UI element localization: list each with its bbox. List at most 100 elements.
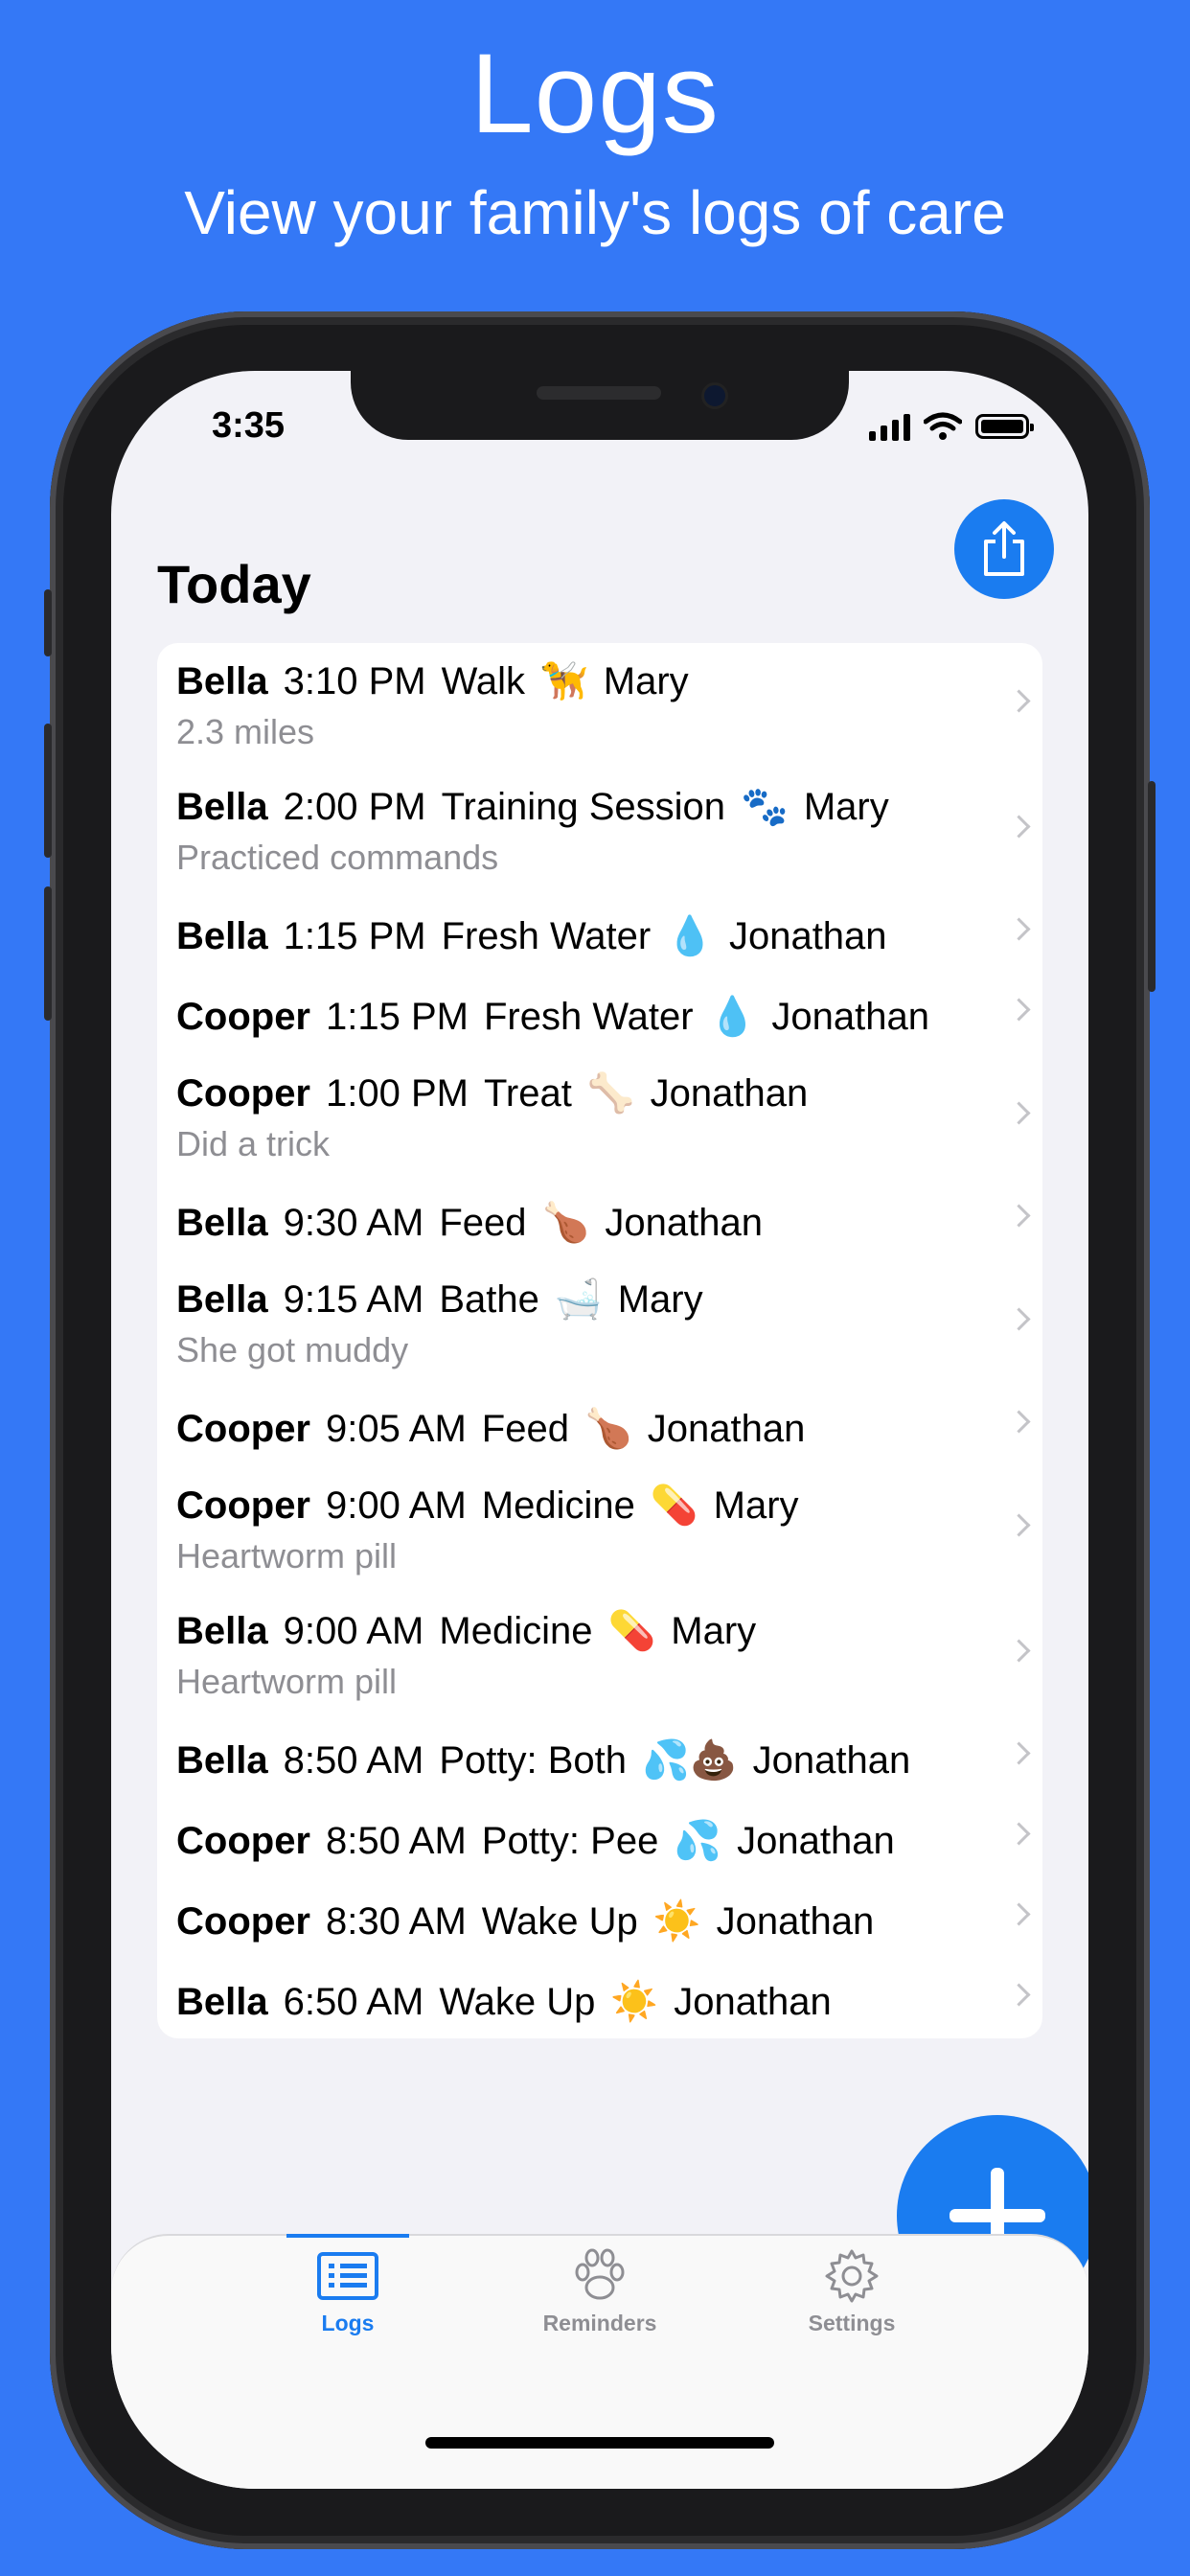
tab-label-reminders: Reminders — [542, 2311, 657, 2335]
log-summary: Bella 9:15 AM Bathe 🛁 Mary — [176, 1276, 703, 1322]
section-title-today: Today — [157, 554, 311, 614]
home-indicator — [425, 2437, 774, 2449]
chevron-right-icon — [1007, 1638, 1031, 1663]
mute-switch — [44, 589, 52, 656]
log-emoji: 🍗 — [541, 1202, 590, 1244]
log-emoji: 🛁 — [554, 1278, 603, 1321]
log-note: Practiced commands — [176, 838, 499, 877]
log-emoji: 💧 — [666, 915, 714, 957]
log-activity: Feed — [439, 1202, 527, 1244]
log-person: Mary — [603, 660, 689, 702]
log-pet-name: Cooper — [176, 1900, 310, 1943]
log-note: Heartworm pill — [176, 1662, 398, 1701]
log-row[interactable]: Bella 9:30 AM Feed 🍗 Jonathan — [157, 1181, 1042, 1261]
log-summary: Cooper 1:15 PM Fresh Water 💧 Jonathan — [176, 994, 929, 1039]
log-row[interactable]: Bella 6:50 AM Wake Up ☀️ Jonathan — [157, 1960, 1042, 2038]
front-camera — [701, 382, 728, 409]
log-row[interactable]: Cooper 8:50 AM Potty: Pee 💦 Jonathan — [157, 1799, 1042, 1879]
log-activity: Wake Up — [439, 1981, 596, 2023]
log-row[interactable]: Bella 8:50 AM Potty: Both 💦💩 Jonathan — [157, 1718, 1042, 1799]
log-time: 8:50 AM — [283, 1739, 424, 1782]
log-summary: Bella 1:15 PM Fresh Water 💧 Jonathan — [176, 913, 887, 958]
chevron-right-icon — [1007, 1822, 1031, 1846]
chevron-right-icon — [1007, 1512, 1031, 1537]
log-time: 1:15 PM — [326, 996, 469, 1038]
chevron-right-icon — [1007, 1902, 1031, 1926]
log-row[interactable]: Cooper 8:30 AM Wake Up ☀️ Jonathan — [157, 1879, 1042, 1960]
log-emoji: ☀️ — [610, 1981, 659, 2023]
share-button[interactable] — [954, 499, 1054, 599]
list-icon — [317, 2252, 378, 2300]
log-pet-name: Bella — [176, 1739, 268, 1782]
log-row[interactable]: Bella 9:00 AM Medicine 💊 Mary Heartworm pill — [157, 1593, 1042, 1718]
log-person: Jonathan — [650, 1072, 809, 1115]
log-summary: Cooper 9:00 AM Medicine 💊 Mary — [176, 1483, 799, 1528]
battery-icon — [975, 414, 1034, 439]
log-person: Mary — [713, 1484, 799, 1527]
chevron-right-icon — [1007, 814, 1031, 839]
log-summary: Bella 9:30 AM Feed 🍗 Jonathan — [176, 1200, 763, 1245]
log-emoji: 🐾 — [741, 786, 789, 828]
log-emoji: 🍗 — [584, 1408, 632, 1450]
tab-reminders[interactable]: Reminders — [504, 2236, 696, 2336]
log-row[interactable]: Cooper 1:00 PM Treat 🦴 Jonathan Did a trick — [157, 1055, 1042, 1181]
log-pet-name: Bella — [176, 915, 268, 957]
phone-frame: 3:35 Today Bella 3:10 PM Walk 🦮 Mary 2.3 mile… — [44, 311, 1156, 2549]
log-activity: Fresh Water — [483, 996, 694, 1038]
chevron-right-icon — [1007, 1410, 1031, 1434]
log-person: Jonathan — [674, 1981, 832, 2023]
log-emoji: ☀️ — [652, 1900, 701, 1943]
log-list: Bella 3:10 PM Walk 🦮 Mary 2.3 miles Bella 2:00 … — [157, 643, 1042, 2038]
log-emoji: 🦮 — [539, 660, 588, 702]
log-time: 9:00 AM — [283, 1610, 424, 1652]
tab-settings[interactable]: Settings — [756, 2236, 948, 2336]
log-pet-name: Cooper — [176, 996, 310, 1038]
log-activity: Potty: Pee — [481, 1820, 659, 1862]
hero-subtitle: View your family's logs of care — [184, 178, 1006, 247]
log-summary: Bella 3:10 PM Walk 🦮 Mary — [176, 658, 689, 703]
power-button — [1148, 781, 1156, 992]
log-note: Heartworm pill — [176, 1536, 398, 1576]
gear-icon — [825, 2249, 879, 2303]
log-summary: Cooper 8:50 AM Potty: Pee 💦 Jonathan — [176, 1818, 895, 1863]
cellular-signal-icon — [869, 412, 910, 441]
log-activity: Wake Up — [481, 1900, 638, 1943]
log-row[interactable]: Bella 3:10 PM Walk 🦮 Mary 2.3 miles — [157, 643, 1042, 769]
chevron-right-icon — [1007, 1100, 1031, 1125]
log-emoji: 💧 — [708, 996, 757, 1038]
log-time: 8:30 AM — [326, 1900, 467, 1943]
log-summary: Bella 6:50 AM Wake Up ☀️ Jonathan — [176, 1979, 832, 2024]
chevron-right-icon — [1007, 1204, 1031, 1228]
tab-label-settings: Settings — [808, 2311, 896, 2335]
chevron-right-icon — [1007, 917, 1031, 941]
log-person: Mary — [803, 786, 889, 828]
log-time: 1:00 PM — [326, 1072, 469, 1115]
log-pet-name: Bella — [176, 1981, 268, 2023]
log-time: 9:15 AM — [283, 1278, 424, 1321]
log-row[interactable]: Cooper 9:00 AM Medicine 💊 Mary Heartworm pill — [157, 1467, 1042, 1593]
log-emoji: 💦 — [674, 1820, 722, 1862]
volume-up-button — [44, 724, 52, 858]
log-pet-name: Bella — [176, 660, 268, 702]
log-activity: Treat — [483, 1072, 572, 1115]
chevron-right-icon — [1007, 1741, 1031, 1765]
tab-logs[interactable]: Logs — [252, 2236, 444, 2336]
status-icons — [869, 407, 1034, 446]
log-row[interactable]: Bella 1:15 PM Fresh Water 💧 Jonathan — [157, 894, 1042, 975]
status-time: 3:35 — [212, 405, 286, 446]
chevron-right-icon — [1007, 1306, 1031, 1331]
log-row[interactable]: Bella 9:15 AM Bathe 🛁 Mary She got muddy — [157, 1261, 1042, 1387]
log-time: 8:50 AM — [326, 1820, 467, 1862]
share-icon — [984, 521, 1024, 576]
log-activity: Walk — [441, 660, 525, 702]
log-row[interactable]: Cooper 9:05 AM Feed 🍗 Jonathan — [157, 1387, 1042, 1467]
log-activity: Bathe — [439, 1278, 539, 1321]
tab-label-logs: Logs — [321, 2311, 375, 2335]
log-row[interactable]: Cooper 1:15 PM Fresh Water 💧 Jonathan — [157, 975, 1042, 1055]
log-activity: Medicine — [481, 1484, 635, 1527]
chevron-right-icon — [1007, 688, 1031, 713]
log-summary: Cooper 1:00 PM Treat 🦴 Jonathan — [176, 1070, 808, 1116]
log-row[interactable]: Bella 2:00 PM Training Session 🐾 Mary Practic… — [157, 769, 1042, 894]
log-note: 2.3 miles — [176, 712, 315, 751]
log-summary: Cooper 8:30 AM Wake Up ☀️ Jonathan — [176, 1898, 874, 1944]
